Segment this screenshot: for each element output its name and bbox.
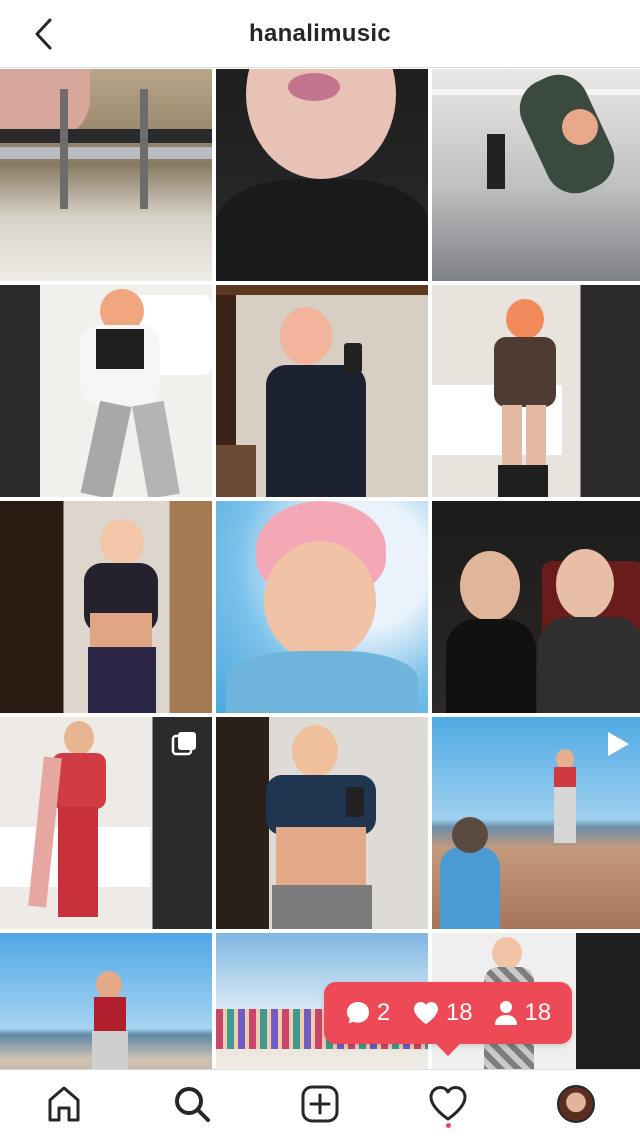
likes-count: 18 [412, 999, 473, 1027]
profile-avatar [557, 1085, 595, 1123]
new-post-icon [301, 1085, 339, 1123]
post-thumbnail[interactable] [216, 717, 428, 929]
bottom-navigation [0, 1069, 640, 1138]
nav-search-button[interactable] [160, 1072, 224, 1136]
post-thumbnail[interactable] [0, 69, 212, 281]
followers-count: 18 [494, 999, 551, 1027]
nav-profile-button[interactable] [544, 1072, 608, 1136]
chevron-left-icon [35, 18, 52, 50]
comment-icon [346, 1002, 369, 1024]
post-thumbnail[interactable] [432, 717, 640, 929]
post-thumbnail[interactable] [432, 501, 640, 713]
search-icon [175, 1087, 210, 1122]
post-thumbnail[interactable] [216, 501, 428, 713]
post-thumbnail[interactable] [0, 285, 212, 497]
profile-username: hanalimusic [248, 19, 391, 47]
post-thumbnail[interactable] [216, 285, 428, 497]
notification-dot [446, 1123, 451, 1128]
post-thumbnail[interactable] [0, 501, 212, 713]
post-grid [0, 69, 640, 1138]
nav-home-button[interactable] [32, 1072, 96, 1136]
activity-notification[interactable]: 2 18 18 [324, 982, 572, 1056]
post-thumbnail[interactable] [432, 69, 640, 281]
activity-heart-icon [429, 1086, 467, 1121]
user-icon [495, 1001, 518, 1025]
nav-new-post-button[interactable] [288, 1072, 352, 1136]
heart-icon [413, 1002, 438, 1024]
carousel-icon [171, 732, 196, 756]
video-icon [608, 732, 629, 756]
back-button[interactable] [26, 16, 62, 52]
home-icon [48, 1086, 80, 1122]
profile-header: hanalimusic [0, 0, 640, 68]
post-thumbnail[interactable] [0, 717, 212, 929]
nav-activity-button[interactable] [416, 1072, 480, 1136]
post-thumbnail[interactable] [216, 69, 428, 281]
comments-count: 2 [345, 999, 390, 1027]
post-thumbnail[interactable] [432, 285, 640, 497]
